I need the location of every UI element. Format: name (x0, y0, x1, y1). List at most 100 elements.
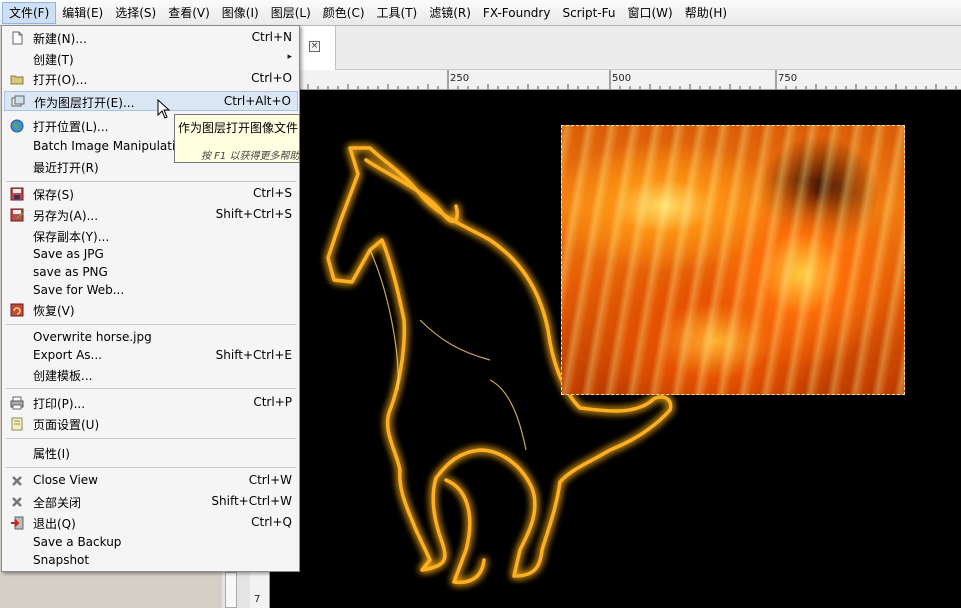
menu-item-save-as[interactable]: 另存为(A)... Shift+Ctrl+S (4, 205, 298, 225)
menu-item-label: 另存为(A)... (33, 209, 99, 223)
menu-item-save-as-png[interactable]: save as PNG (4, 263, 298, 283)
menu-item-label: 保存(S) (33, 188, 74, 202)
menu-image[interactable]: 图像(I) (216, 2, 265, 24)
menu-item-overwrite[interactable]: Overwrite horse.jpg (4, 328, 298, 348)
ruler-label-750: 750 (778, 73, 798, 84)
new-document-icon (12, 31, 23, 45)
menu-item-print[interactable]: 打印(P)... Ctrl+P (4, 393, 298, 413)
mouse-pointer-icon (157, 99, 171, 119)
save-icon (10, 187, 24, 201)
menu-item-label: 作为图层打开(E)... (34, 96, 135, 110)
image-tab-strip: × (300, 26, 961, 70)
menu-item-create[interactable]: 创建(T) ▸ (4, 49, 298, 69)
menu-item-label: 新建(N)... (33, 32, 87, 46)
menu-item-label: Save for Web... (33, 283, 125, 297)
quit-icon (11, 516, 24, 530)
menu-item-label: 创建模板... (33, 369, 93, 383)
horizontal-ruler[interactable]: 250 500 750 (300, 70, 961, 90)
image-tab[interactable]: × (300, 26, 336, 70)
menu-item-create-template[interactable]: 创建模板... (4, 365, 298, 385)
menu-item-save-for-web[interactable]: Save for Web... (4, 281, 298, 301)
close-all-icon (12, 497, 22, 507)
menu-item-label: 保存副本(Y)... (33, 230, 110, 244)
menu-item-label: 退出(Q) (33, 517, 76, 531)
vertical-ruler[interactable]: 7 (250, 570, 270, 608)
menu-item-label: Snapshot (33, 553, 90, 567)
image-canvas[interactable] (270, 90, 961, 608)
menu-item-label: 打开位置(L)... (33, 120, 109, 134)
menu-item-shortcut: Shift+Ctrl+E (215, 348, 292, 362)
menu-item-label: 属性(I) (33, 447, 70, 461)
menu-item-shortcut: Shift+Ctrl+W (211, 494, 292, 508)
vertical-ruler-label: 7 (254, 594, 261, 605)
menu-item-shortcut: Ctrl+Alt+O (223, 94, 291, 108)
menu-item-open-as-layers[interactable]: 作为图层打开(E)... Ctrl+Alt+O (4, 91, 298, 111)
menu-item-label: Overwrite horse.jpg (33, 330, 152, 344)
tooltip-title: 作为图层打开图像文件 (178, 121, 299, 135)
menu-edit[interactable]: 编辑(E) (56, 2, 109, 24)
menu-item-label: 创建(T) (33, 53, 74, 67)
menu-item-shortcut: Ctrl+O (251, 71, 292, 85)
menu-item-save-a-backup[interactable]: Save a Backup (4, 533, 298, 553)
menu-tools[interactable]: 工具(T) (371, 2, 424, 24)
page-setup-icon (11, 417, 23, 431)
menu-item-label: 页面设置(U) (33, 418, 100, 432)
menu-item-label: 恢复(V) (33, 304, 75, 318)
menu-help[interactable]: 帮助(H) (679, 2, 733, 24)
menu-item-shortcut: Ctrl+W (248, 473, 292, 487)
menu-separator (6, 438, 296, 439)
menu-item-shortcut: Ctrl+S (252, 186, 292, 200)
menu-fx-foundry[interactable]: FX-Foundry (477, 2, 557, 24)
menu-windows[interactable]: 窗口(W) (621, 2, 678, 24)
menu-layer[interactable]: 图层(L) (265, 2, 317, 24)
menu-item-shortcut: Ctrl+Q (251, 515, 292, 529)
revert-icon (10, 303, 24, 317)
menu-item-page-setup[interactable]: 页面设置(U) (4, 414, 298, 434)
menu-item-shortcut: Shift+Ctrl+S (215, 207, 292, 221)
layer-boundary-selection[interactable] (561, 125, 905, 395)
menu-item-new[interactable]: 新建(N)... Ctrl+N (4, 28, 298, 48)
menu-item-label: 打印(P)... (33, 397, 86, 411)
menubar: 文件(F) 编辑(E) 选择(S) 查看(V) 图像(I) 图层(L) 颜色(C… (0, 0, 961, 26)
menu-item-save-as-jpg[interactable]: Save as JPG (4, 245, 298, 265)
menu-item-properties[interactable]: 属性(I) (4, 443, 298, 463)
menu-separator (6, 181, 296, 182)
menu-item-close-view[interactable]: Close View Ctrl+W (4, 471, 298, 491)
menu-view[interactable]: 查看(V) (162, 2, 216, 24)
tab-close-icon[interactable]: × (309, 41, 320, 52)
menu-item-revert[interactable]: 恢复(V) (4, 300, 298, 320)
menu-item-label: 打开(O)... (33, 73, 88, 87)
menu-item-save[interactable]: 保存(S) Ctrl+S (4, 184, 298, 204)
printer-icon (10, 396, 24, 410)
menu-script-fu[interactable]: Script-Fu (556, 2, 621, 24)
close-x-icon (12, 476, 22, 486)
menu-item-quit[interactable]: 退出(Q) Ctrl+Q (4, 513, 298, 533)
menu-item-label: 最近打开(R) (33, 161, 99, 175)
tooltip: 作为图层打开图像文件 按 F1 以获得更多帮助 (174, 114, 300, 163)
menu-separator (6, 388, 296, 389)
toolbox-scrollbar[interactable] (225, 572, 237, 608)
menu-item-snapshot[interactable]: Snapshot (4, 551, 298, 571)
menu-separator (6, 467, 296, 468)
menu-item-close-all[interactable]: 全部关闭 Shift+Ctrl+W (4, 492, 298, 512)
menu-item-save-copy[interactable]: 保存副本(Y)... (4, 226, 298, 246)
menu-select[interactable]: 选择(S) (109, 2, 162, 24)
tooltip-hint: 按 F1 以获得更多帮助 (201, 151, 300, 162)
ruler-label-250: 250 (450, 73, 470, 84)
menu-item-label: Close View (33, 473, 98, 487)
menu-item-label: Save a Backup (33, 535, 122, 549)
menu-file[interactable]: 文件(F) (2, 1, 57, 24)
menu-item-export-as[interactable]: Export As... Shift+Ctrl+E (4, 346, 298, 366)
folder-icon (10, 75, 24, 85)
ruler-label-500: 500 (612, 73, 632, 84)
menu-item-shortcut: Ctrl+N (251, 30, 292, 44)
menu-separator (6, 324, 296, 325)
open-as-layer-icon (11, 95, 25, 107)
menu-item-label: 全部关闭 (33, 496, 82, 510)
menu-item-label: Save as JPG (33, 247, 104, 261)
menu-item-open[interactable]: 打开(O)... Ctrl+O (4, 69, 298, 89)
menu-colors[interactable]: 颜色(C) (317, 2, 371, 24)
menu-item-label: Export As... (33, 348, 102, 362)
menu-filters[interactable]: 滤镜(R) (423, 2, 477, 24)
globe-icon (10, 119, 24, 133)
